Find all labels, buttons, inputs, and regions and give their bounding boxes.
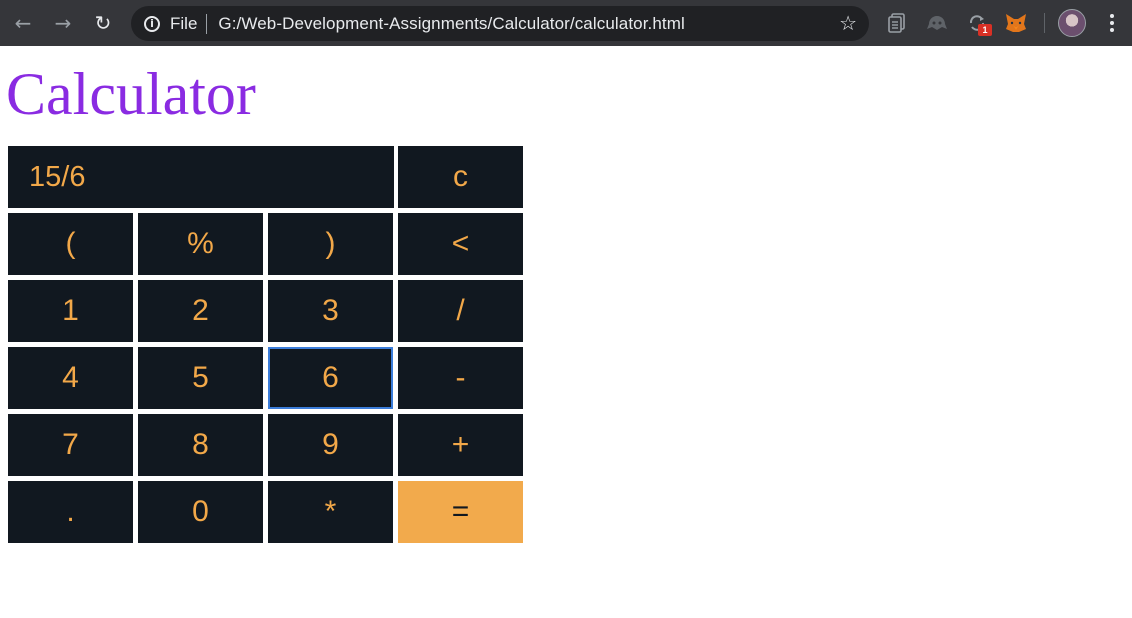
digit-0-button[interactable]: 0 xyxy=(138,481,263,543)
digit-9-button[interactable]: 9 xyxy=(268,414,393,476)
clear-button[interactable]: c xyxy=(398,146,523,208)
percent-button[interactable]: % xyxy=(138,213,263,275)
digit-2-button[interactable]: 2 xyxy=(138,280,263,342)
multiply-button[interactable]: * xyxy=(268,481,393,543)
divide-button[interactable]: / xyxy=(398,280,523,342)
digit-3-button[interactable]: 3 xyxy=(268,280,393,342)
bookmark-star-icon[interactable]: ☆ xyxy=(839,11,857,35)
digit-5-button[interactable]: 5 xyxy=(138,347,263,409)
address-separator xyxy=(206,13,208,34)
toolbar-divider xyxy=(1044,13,1045,33)
digit-4-button[interactable]: 4 xyxy=(8,347,133,409)
url-text[interactable]: G:/Web-Development-Assignments/Calculato… xyxy=(218,14,684,34)
back-button[interactable]: ← xyxy=(3,0,43,46)
decimal-button[interactable]: . xyxy=(8,481,133,543)
address-bar[interactable]: i File G:/Web-Development-Assignments/Ca… xyxy=(131,6,869,41)
close-paren-button[interactable]: ) xyxy=(268,213,393,275)
metamask-extension-button[interactable] xyxy=(1003,10,1029,36)
sync-extension-button[interactable]: 1 xyxy=(964,10,992,36)
calculator-display[interactable]: 15/6 xyxy=(8,146,394,208)
backspace-button[interactable]: < xyxy=(398,213,523,275)
digit-6-button[interactable]: 6 xyxy=(268,347,393,409)
profile-avatar[interactable] xyxy=(1058,9,1086,37)
browser-toolbar: ← → ↻ i File G:/Web-Development-Assignme… xyxy=(0,0,1132,46)
info-icon[interactable]: i xyxy=(144,15,160,32)
page-title: Calculator xyxy=(6,61,256,127)
digit-7-button[interactable]: 7 xyxy=(8,414,133,476)
arrow-right-icon: → xyxy=(54,11,72,35)
digit-1-button[interactable]: 1 xyxy=(8,280,133,342)
browser-menu-icon[interactable] xyxy=(1102,10,1122,36)
subtract-button[interactable]: - xyxy=(398,347,523,409)
forward-button[interactable]: → xyxy=(43,0,83,46)
open-paren-button[interactable]: ( xyxy=(8,213,133,275)
equals-button[interactable]: = xyxy=(398,481,523,543)
fox-icon xyxy=(1006,14,1026,32)
reload-icon: ↻ xyxy=(94,11,112,35)
reader-extension-button[interactable] xyxy=(884,10,910,36)
reload-button[interactable]: ↻ xyxy=(83,0,123,46)
document-stack-icon xyxy=(888,13,905,33)
ghost-extension-button[interactable] xyxy=(924,10,950,36)
add-button[interactable]: + xyxy=(398,414,523,476)
ghost-icon xyxy=(927,16,947,30)
extension-badge: 1 xyxy=(978,24,992,36)
arrow-left-icon: ← xyxy=(14,11,32,35)
scheme-label: File xyxy=(170,13,198,33)
digit-8-button[interactable]: 8 xyxy=(138,414,263,476)
